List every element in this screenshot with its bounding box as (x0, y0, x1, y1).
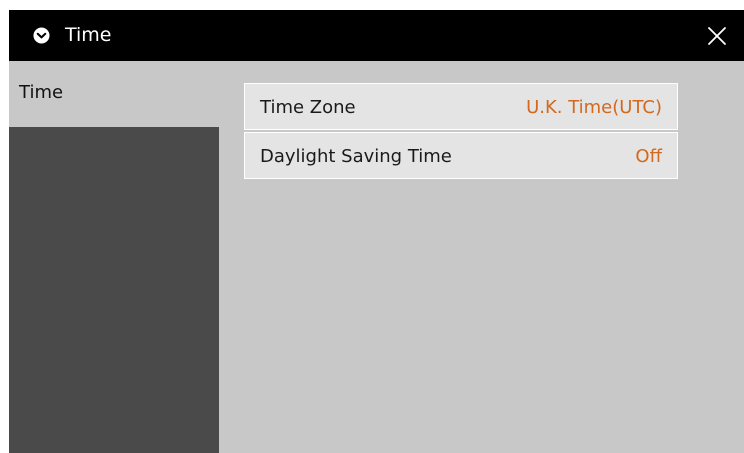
time-zone-row[interactable]: Time Zone U.K. Time(UTC) (244, 83, 678, 130)
sidebar-item-time[interactable]: Time (9, 61, 219, 127)
sidebar-item-label: Time (19, 82, 64, 103)
clock-icon (33, 27, 50, 44)
title-bar: Time (9, 10, 744, 61)
time-zone-label: Time Zone (260, 97, 356, 118)
daylight-saving-value: Off (635, 146, 662, 167)
time-window: Time Time Time Zone U.K. Time(UTC) Dayli… (9, 10, 744, 453)
settings-list: Time Zone U.K. Time(UTC) Daylight Saving… (244, 83, 678, 181)
sidebar: Time (9, 61, 219, 453)
close-icon[interactable] (705, 24, 729, 48)
time-zone-value: U.K. Time(UTC) (526, 97, 662, 118)
window-title: Time (65, 24, 112, 46)
daylight-saving-row[interactable]: Daylight Saving Time Off (244, 132, 678, 179)
daylight-saving-label: Daylight Saving Time (260, 146, 452, 167)
